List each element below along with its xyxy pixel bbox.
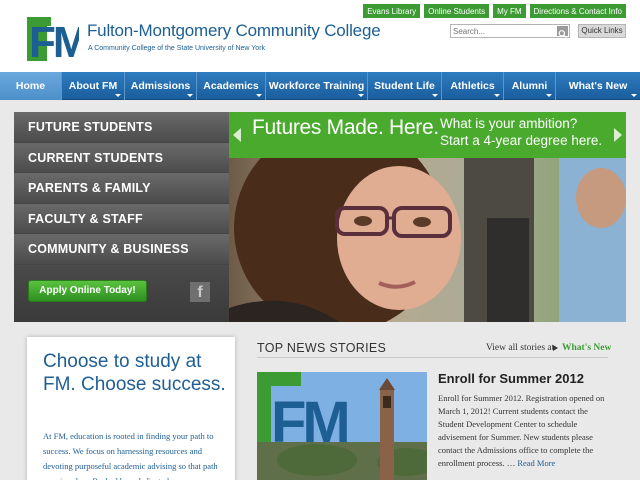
main-nav: Home About FM Admissions Academics Workf…	[0, 72, 640, 100]
hero-photo	[229, 158, 626, 322]
menu-community-business[interactable]: COMMUNITY & BUSINESS	[14, 234, 229, 265]
nav-label: What's New	[568, 80, 628, 92]
facebook-icon[interactable]: f	[190, 282, 210, 302]
caret-down-icon	[432, 94, 438, 97]
side-menu-footer: Apply Online Today! f	[14, 265, 229, 322]
search-icon	[558, 30, 567, 38]
toplink-evans-library[interactable]: Evans Library	[363, 4, 421, 18]
banner-sub-line2: Start a 4-year degree here.	[440, 133, 603, 148]
choose-title: Choose to study at FM. Choose success.	[43, 351, 226, 395]
student-photo-illustration	[229, 158, 626, 322]
caret-down-icon	[494, 94, 500, 97]
hero-section: FUTURE STUDENTS CURRENT STUDENTS PARENTS…	[14, 112, 626, 322]
arrow-right-icon	[553, 345, 558, 351]
choose-fm-box: Choose to study at FM. Choose success. A…	[27, 337, 235, 480]
nav-student-life[interactable]: Student Life	[368, 72, 442, 100]
top-links: Evans Library Online Students My FM Dire…	[363, 4, 626, 18]
menu-current-students[interactable]: CURRENT STUDENTS	[14, 142, 229, 174]
nav-about-fm[interactable]: About FM	[62, 72, 125, 100]
menu-future-students[interactable]: FUTURE STUDENTS	[14, 112, 229, 143]
nav-label: Workforce Training	[268, 80, 365, 92]
college-name[interactable]: Fulton-Montgomery Community College	[87, 21, 381, 41]
nav-label: Alumni	[511, 80, 548, 92]
caret-down-icon	[256, 94, 262, 97]
menu-faculty-staff[interactable]: FACULTY & STAFF	[14, 203, 229, 235]
nav-workforce-training[interactable]: Workforce Training	[266, 72, 368, 100]
nav-label: Student Life	[374, 80, 435, 92]
toplink-directions-contact[interactable]: Directions & Contact Info	[529, 4, 626, 18]
whats-new-link[interactable]: What's New	[562, 343, 611, 353]
toplink-my-fm[interactable]: My FM	[493, 4, 526, 18]
svg-text:FM: FM	[271, 390, 347, 455]
news-divider	[257, 357, 608, 358]
nav-label: Home	[15, 80, 46, 92]
view-all-stories: View all stories at	[486, 343, 555, 353]
apply-online-button[interactable]: Apply Online Today!	[28, 280, 147, 302]
nav-label: Admissions	[130, 80, 191, 92]
nav-whats-new[interactable]: What's New	[556, 72, 640, 100]
news-story-body: Enroll for Summer 2012. Registration ope…	[438, 392, 608, 470]
news-heading: TOP NEWS STORIES	[257, 341, 387, 355]
nav-admissions[interactable]: Admissions	[125, 72, 197, 100]
search-input[interactable]	[453, 26, 553, 37]
banner-sub-line1: What is your ambition?	[440, 116, 578, 131]
menu-parents-family[interactable]: PARENTS & FAMILY	[14, 173, 229, 204]
nav-label: About FM	[68, 80, 118, 92]
news-image[interactable]: FM	[257, 372, 427, 480]
search-button[interactable]	[557, 26, 568, 38]
hero-banner: Futures Made. Here. What is your ambitio…	[229, 112, 626, 158]
nav-alumni[interactable]: Alumni	[504, 72, 556, 100]
caret-down-icon	[631, 94, 637, 97]
quick-links-button[interactable]: Quick Links	[578, 24, 626, 38]
nav-athletics[interactable]: Athletics	[442, 72, 504, 100]
arrow-right-icon[interactable]	[614, 128, 622, 142]
news-story-title[interactable]: Enroll for Summer 2012	[438, 371, 584, 386]
arrow-left-icon[interactable]	[233, 128, 241, 142]
read-more-link[interactable]: Read More	[517, 458, 555, 468]
banner-subtitle: What is your ambition? Start a 4-year de…	[440, 115, 602, 149]
nav-label: Academics	[203, 80, 259, 92]
college-subtitle: A Community College of the State Univers…	[88, 45, 266, 52]
toplink-online-students[interactable]: Online Students	[424, 4, 490, 18]
nav-label: Athletics	[450, 80, 495, 92]
nav-academics[interactable]: Academics	[197, 72, 266, 100]
banner-title: Futures Made. Here.	[252, 116, 439, 139]
choose-body: At FM, education is rooted in finding yo…	[43, 431, 218, 480]
svg-text:FM: FM	[29, 18, 79, 61]
audience-menu: FUTURE STUDENTS CURRENT STUDENTS PARENTS…	[14, 112, 229, 322]
caret-down-icon	[546, 94, 552, 97]
news-story-text: Enroll for Summer 2012. Registration ope…	[438, 393, 605, 468]
site-header: FM Fulton-Montgomery Community College A…	[0, 0, 640, 72]
caret-down-icon	[358, 94, 364, 97]
caret-down-icon	[115, 94, 121, 97]
news-photo-illustration: FM	[257, 372, 427, 480]
fm-logo[interactable]: FM	[27, 17, 79, 61]
search-box	[450, 24, 570, 38]
nav-home[interactable]: Home	[0, 72, 62, 100]
caret-down-icon	[187, 94, 193, 97]
